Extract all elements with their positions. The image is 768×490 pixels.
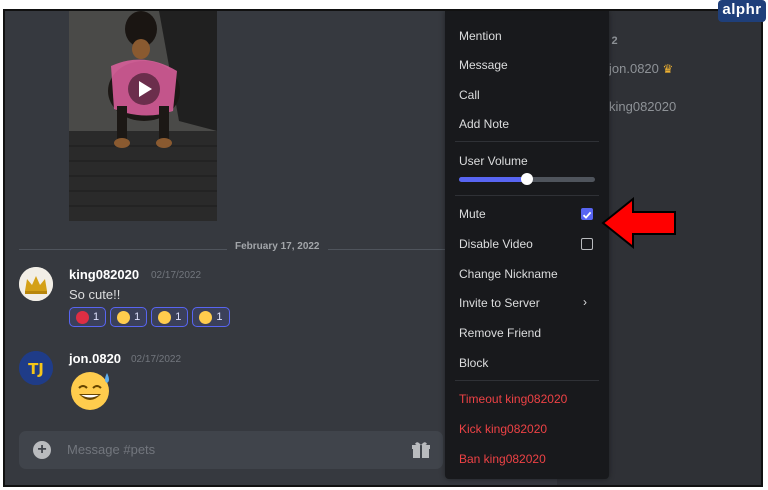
menu-item-add-note[interactable]: Add Note [459,117,509,131]
svg-text:TJ: TJ [28,360,44,378]
avatar-king082020[interactable] [19,267,53,301]
menu-item-kick[interactable]: Kick king082020 [459,422,547,436]
composer-placeholder: Message #pets [67,442,156,457]
menu-item-mute[interactable]: Mute [459,207,486,221]
chat-panel: February 17, 2022 king082020 02/17/2022 … [5,11,445,485]
reaction-smiling-halo[interactable]: 1 [110,307,148,327]
reaction-savoring[interactable]: 1 [192,307,230,327]
smiling-halo-emoji-icon [117,310,131,324]
menu-item-invite-to-server[interactable]: Invite to Server [459,296,540,310]
avatar-jon0820[interactable]: TJ [19,351,53,385]
menu-item-block[interactable]: Block [459,356,488,370]
dog-video-thumbnail [69,11,217,221]
menu-item-change-nickname[interactable]: Change Nickname [459,267,558,281]
reaction-heart-face[interactable]: 1 [69,307,107,327]
disable-video-checkbox[interactable] [581,238,593,250]
crown-avatar-icon [19,267,53,301]
date-divider-label: February 17, 2022 [227,241,328,252]
menu-item-disable-video[interactable]: Disable Video [459,237,533,251]
mute-checkbox[interactable] [581,208,593,220]
menu-item-remove-friend[interactable]: Remove Friend [459,326,541,340]
upload-plus-icon[interactable]: + [33,441,51,459]
menu-item-timeout[interactable]: Timeout king082020 [459,392,567,406]
crown-icon: ♛ [662,62,674,76]
member-name: jon.0820 [609,61,659,76]
menu-separator [455,141,599,142]
menu-item-user-volume: User Volume [459,154,528,168]
savoring-emoji-icon [199,310,213,324]
sweat-smile-emoji-icon [69,369,113,416]
volume-fill [459,177,527,182]
member-jon0820[interactable]: jon.0820 ♛ [609,61,673,76]
reaction-count: 1 [93,311,100,323]
menu-item-message[interactable]: Message [459,58,508,72]
alphr-watermark-logo: alphr [718,0,766,22]
message-text: So cute!! [69,287,121,302]
reaction-kissing[interactable]: 1 [151,307,189,327]
reactions-bar: 1 1 1 1 [69,307,230,327]
message-composer[interactable]: + Message #pets [19,431,443,469]
menu-item-call[interactable]: Call [459,88,480,102]
message-timestamp: 02/17/2022 [151,270,202,281]
checkmark-icon [582,211,592,219]
menu-item-mention[interactable]: Mention [459,29,502,43]
red-pointer-arrow-icon [601,196,679,254]
gift-icon[interactable] [411,440,431,465]
volume-handle[interactable] [521,173,533,185]
message-username[interactable]: jon.0820 [69,351,121,366]
message-username[interactable]: king082020 [69,267,139,282]
chevron-right-icon: › [583,295,587,309]
kissing-emoji-icon [158,310,172,324]
member-king082020[interactable]: king082020 [609,99,676,114]
discord-window: February 17, 2022 king082020 02/17/2022 … [3,9,763,487]
user-context-menu: Mention Message Call Add Note User Volum… [445,11,609,479]
menu-separator [455,195,599,196]
menu-separator [455,380,599,381]
heart-face-emoji-icon [76,310,89,324]
reaction-count: 1 [175,311,182,323]
reaction-count: 1 [216,311,223,323]
tj-avatar-icon: TJ [19,351,53,385]
message-timestamp: 02/17/2022 [131,354,182,365]
reaction-count: 1 [134,311,141,323]
menu-item-ban[interactable]: Ban king082020 [459,452,546,466]
user-volume-slider[interactable] [459,173,595,185]
dog-video-attachment[interactable] [69,11,217,221]
